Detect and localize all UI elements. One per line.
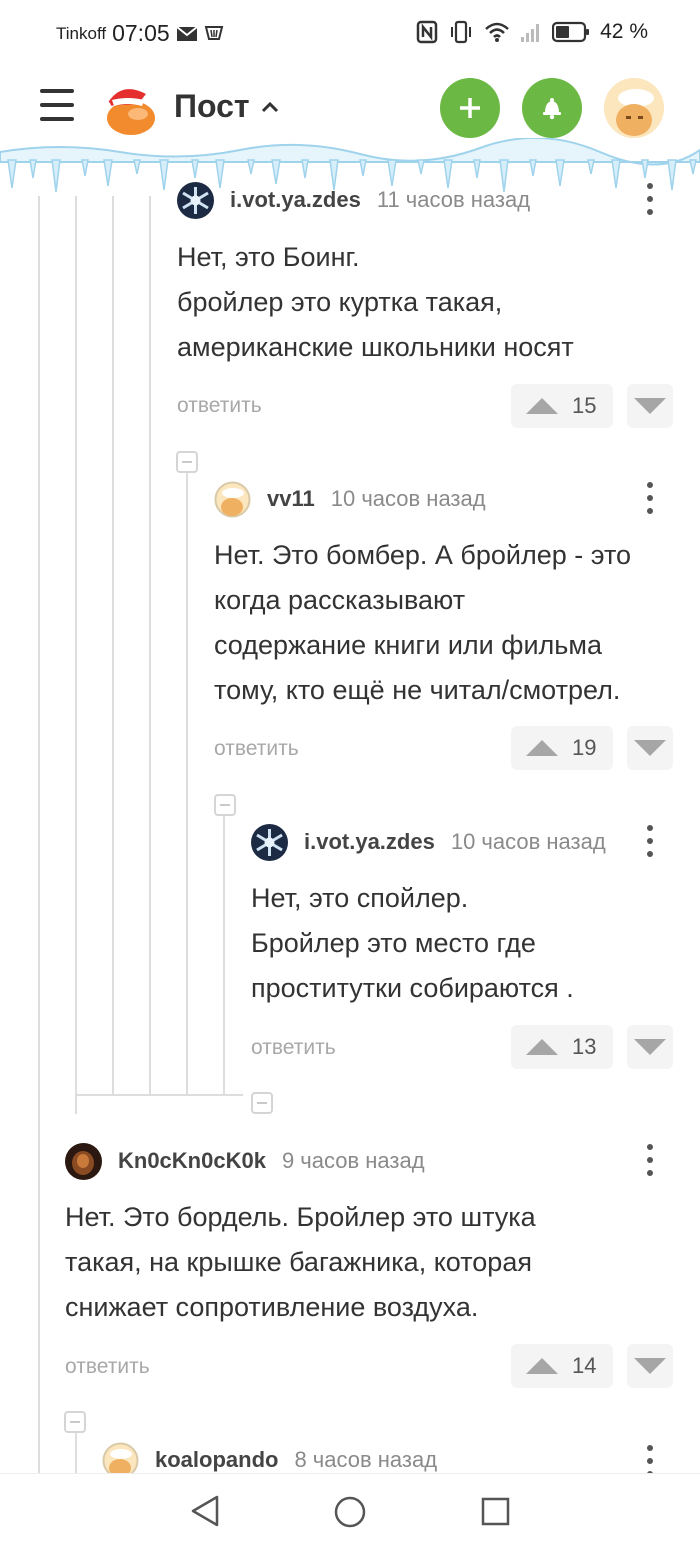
- comment-header: vv11 10 часов назад: [214, 479, 486, 519]
- comment: i.vot.ya.zdes 10 часов назад Нет, это сп…: [251, 822, 677, 1082]
- bell-icon: [543, 98, 561, 120]
- mail-icon: [176, 25, 198, 41]
- vote-count: 19: [572, 735, 597, 760]
- clock: 07:05: [112, 20, 170, 46]
- thread-line[interactable]: [223, 815, 225, 1094]
- thread-line[interactable]: [186, 472, 188, 1094]
- comment-time[interactable]: 11 часов назад: [377, 187, 530, 213]
- recents-icon[interactable]: [481, 1497, 511, 1527]
- arrow-down-icon: [634, 398, 666, 414]
- dark-avatar-icon: [65, 1142, 102, 1180]
- chef-avatar-icon: [214, 481, 251, 517]
- avatar[interactable]: [65, 1142, 102, 1180]
- downvote-button[interactable]: [627, 384, 673, 428]
- vibrate-icon: [451, 20, 472, 44]
- comment-author[interactable]: vv11: [267, 486, 315, 512]
- comment-text: Нет, это Боинг. бройлер это куртка такая…: [177, 242, 574, 362]
- comment-author[interactable]: i.vot.ya.zdes: [230, 187, 361, 213]
- downvote-button[interactable]: [627, 1344, 673, 1388]
- arrow-down-icon: [634, 1039, 666, 1055]
- reply-link[interactable]: ответить: [177, 394, 262, 418]
- back-icon[interactable]: [189, 1494, 221, 1528]
- comment-header: i.vot.ya.zdes 10 часов назад: [251, 822, 606, 862]
- comment: vv11 10 часов назад Нет. Это бомбер. А б…: [214, 479, 677, 779]
- reply-link[interactable]: ответить: [65, 1355, 150, 1379]
- home-icon[interactable]: [333, 1495, 367, 1529]
- snowflake-avatar-icon: [251, 823, 288, 861]
- downvote-button[interactable]: [627, 1025, 673, 1069]
- more-options-icon[interactable]: [646, 183, 654, 217]
- comment: i.vot.ya.zdes 11 часов назад Нет, это Бо…: [177, 180, 677, 440]
- arrow-down-icon: [634, 740, 666, 756]
- menu-icon[interactable]: [40, 89, 76, 123]
- notifications-button[interactable]: [522, 78, 582, 138]
- comment-text: Нет, это спойлер. Бройлер это место где …: [251, 883, 574, 1003]
- arrow-up-icon: [526, 1358, 558, 1374]
- user-avatar[interactable]: [604, 78, 664, 138]
- carrier-label: Tinkoff: [56, 23, 107, 43]
- upvote-button[interactable]: 15: [511, 384, 613, 428]
- thread-line[interactable]: [75, 1433, 77, 1473]
- chevron-up-icon: [261, 101, 278, 112]
- signal-icon: [521, 24, 540, 42]
- battery-percent: 42 %: [600, 20, 648, 43]
- vote-count: 13: [572, 1034, 597, 1059]
- upvote-button[interactable]: 19: [511, 726, 613, 770]
- user-avatar-icon: [604, 78, 664, 138]
- arrow-up-icon: [526, 740, 558, 756]
- reply-link[interactable]: ответить: [214, 737, 299, 761]
- more-options-icon[interactable]: [646, 825, 654, 859]
- thread-line[interactable]: [38, 196, 40, 1473]
- collapse-toggle[interactable]: [64, 1411, 86, 1433]
- arrow-up-icon: [526, 398, 558, 414]
- comment-author[interactable]: i.vot.ya.zdes: [304, 829, 435, 855]
- thread-line[interactable]: [149, 196, 151, 1094]
- upvote-button[interactable]: 14: [511, 1344, 613, 1388]
- comment-time[interactable]: 8 часов назад: [294, 1447, 437, 1473]
- page-title-text: Пост: [174, 88, 250, 124]
- comment-text: Нет. Это бордель. Бройлер это штука така…: [65, 1202, 536, 1322]
- avatar[interactable]: [177, 181, 214, 219]
- collapse-toggle[interactable]: [214, 794, 236, 816]
- system-nav-bar: [0, 1473, 700, 1549]
- status-bar: Tinkoff 07:05 42 %: [0, 0, 700, 70]
- vote-count: 15: [572, 393, 597, 418]
- thread-line-bottom: [75, 1094, 243, 1096]
- vote-count: 14: [572, 1353, 597, 1378]
- sim-icon: [204, 25, 223, 40]
- arrow-down-icon: [634, 1358, 666, 1374]
- comment-time[interactable]: 10 часов назад: [331, 486, 486, 512]
- comment-author[interactable]: koalopando: [155, 1447, 278, 1473]
- page-title[interactable]: Пост: [174, 88, 280, 125]
- plus-icon: [460, 98, 480, 118]
- reply-link[interactable]: ответить: [251, 1036, 336, 1060]
- avatar[interactable]: [251, 823, 288, 861]
- comment: Kn0cKn0cK0k 9 часов назад Нет. Это борде…: [65, 1141, 677, 1401]
- comment-text: Нет. Это бомбер. А бройлер - это когда р…: [214, 540, 632, 705]
- comment-header: Kn0cKn0cK0k 9 часов назад: [65, 1141, 425, 1181]
- more-options-icon[interactable]: [646, 482, 654, 516]
- thread-line[interactable]: [112, 196, 114, 1094]
- add-post-button[interactable]: [440, 78, 500, 138]
- thread-line[interactable]: [75, 196, 77, 1114]
- upvote-button[interactable]: 13: [511, 1025, 613, 1069]
- battery-icon: [552, 21, 590, 43]
- wifi-icon: [485, 22, 509, 42]
- downvote-button[interactable]: [627, 726, 673, 770]
- santa-logo-icon[interactable]: [98, 78, 160, 140]
- comment-time[interactable]: 9 часов назад: [282, 1148, 425, 1174]
- more-options-icon[interactable]: [646, 1144, 654, 1178]
- collapse-toggle[interactable]: [176, 451, 198, 473]
- comment-author[interactable]: Kn0cKn0cK0k: [118, 1148, 266, 1174]
- snowflake-avatar-icon: [177, 181, 214, 219]
- arrow-up-icon: [526, 1039, 558, 1055]
- avatar[interactable]: [214, 481, 251, 518]
- comment-header: i.vot.ya.zdes 11 часов назад: [177, 180, 530, 220]
- comment-time[interactable]: 10 часов назад: [451, 829, 606, 855]
- collapse-toggle[interactable]: [251, 1092, 273, 1114]
- nfc-icon: [416, 20, 438, 44]
